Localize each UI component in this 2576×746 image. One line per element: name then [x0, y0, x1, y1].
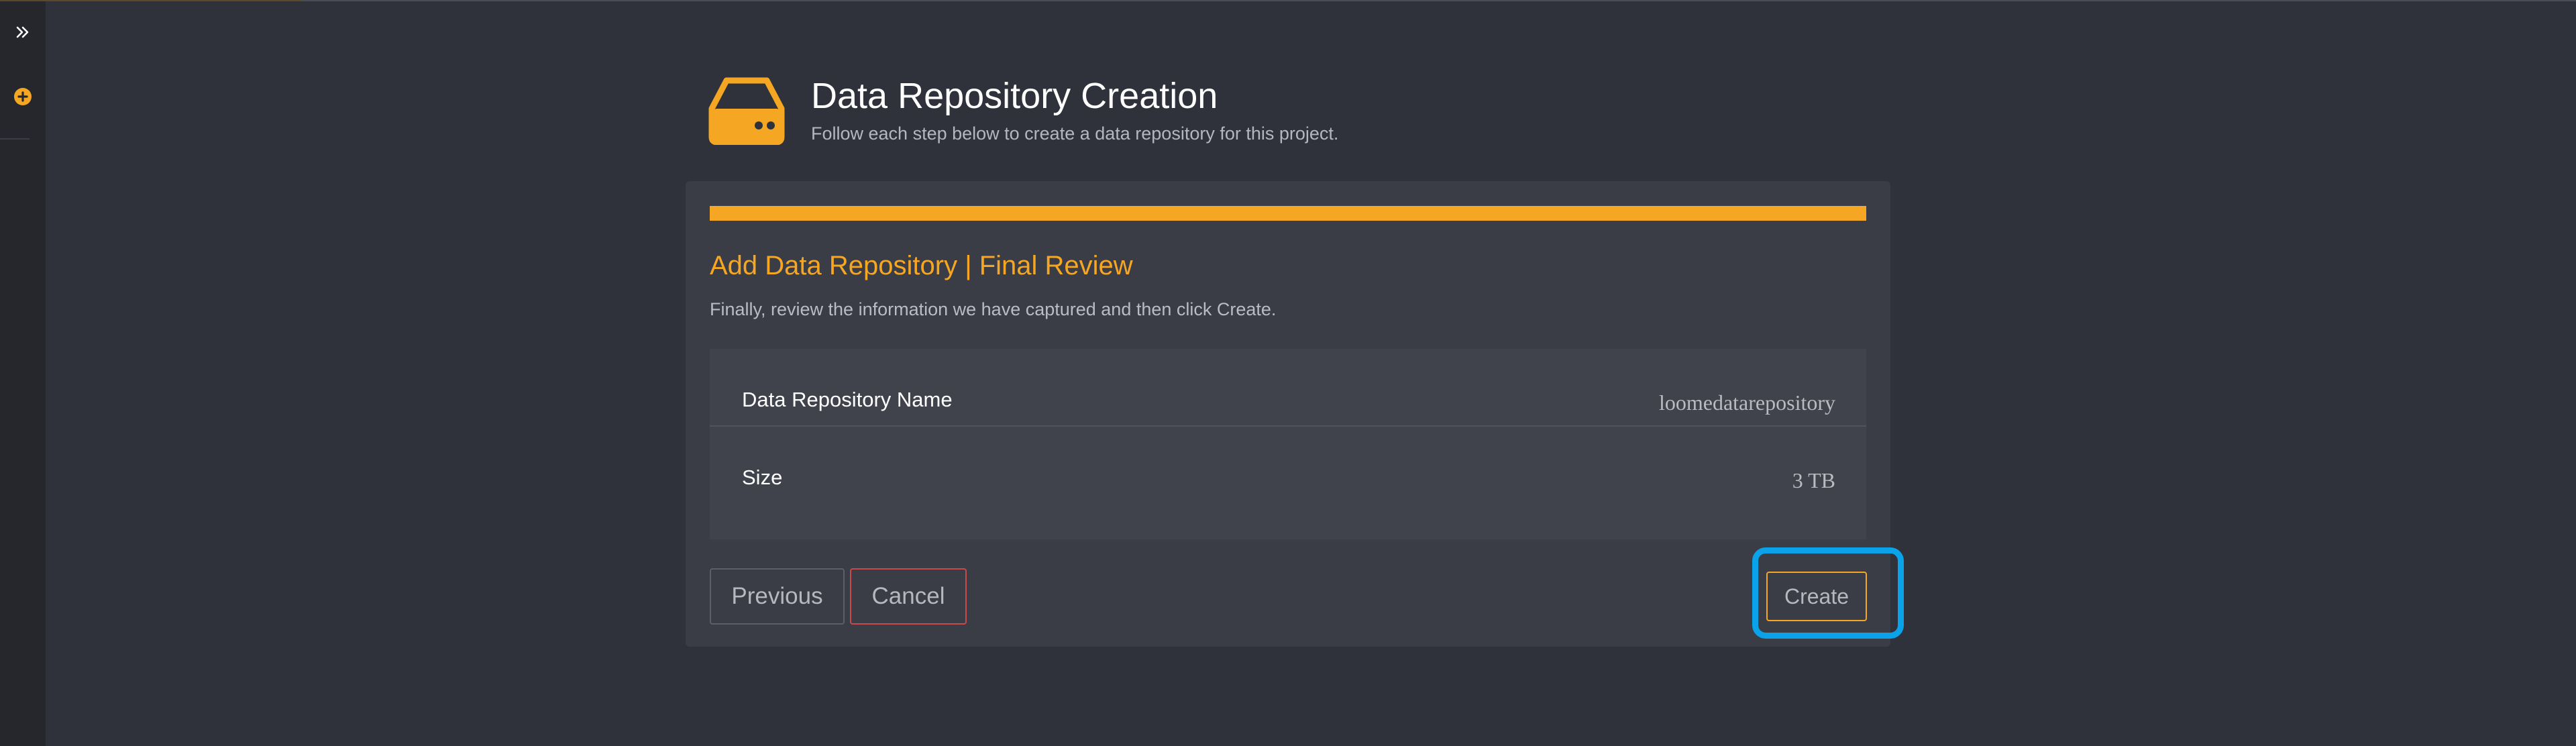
- cancel-button[interactable]: Cancel: [850, 568, 967, 625]
- summary-row-repository-name: Data Repository Name loomedatarepository: [710, 349, 1866, 427]
- sidebar: [0, 1, 46, 746]
- top-border: [0, 0, 2576, 1]
- summary-label: Data Repository Name: [742, 388, 953, 411]
- page-title: Data Repository Creation: [811, 76, 1218, 116]
- hard-drive-icon: [708, 77, 785, 145]
- sidebar-expand-button[interactable]: [0, 16, 46, 48]
- sidebar-add-button[interactable]: [0, 81, 46, 113]
- previous-button[interactable]: Previous: [710, 568, 845, 625]
- plus-circle-icon: [14, 88, 32, 105]
- wizard-card: Add Data Repository | Final Review Final…: [686, 181, 1904, 647]
- progress-bar: [710, 206, 1866, 221]
- sidebar-divider: [0, 138, 30, 140]
- double-chevron-right-icon: [16, 26, 29, 38]
- review-summary: Data Repository Name loomedatarepository…: [710, 349, 1866, 539]
- step-description: Finally, review the information we have …: [710, 299, 1277, 319]
- create-button[interactable]: Create: [1766, 572, 1867, 621]
- summary-row-size: Size 3 TB: [710, 427, 1866, 503]
- page-header: Data Repository Creation Follow each ste…: [706, 72, 1511, 146]
- summary-value: 3 TB: [1792, 468, 1835, 492]
- summary-value: loomedatarepository: [1658, 390, 1835, 415]
- step-title: Add Data Repository | Final Review: [710, 251, 1133, 280]
- page-subtitle: Follow each step below to create a data …: [811, 123, 1339, 144]
- summary-label: Size: [742, 466, 783, 489]
- progress-bar-fill: [710, 206, 1866, 221]
